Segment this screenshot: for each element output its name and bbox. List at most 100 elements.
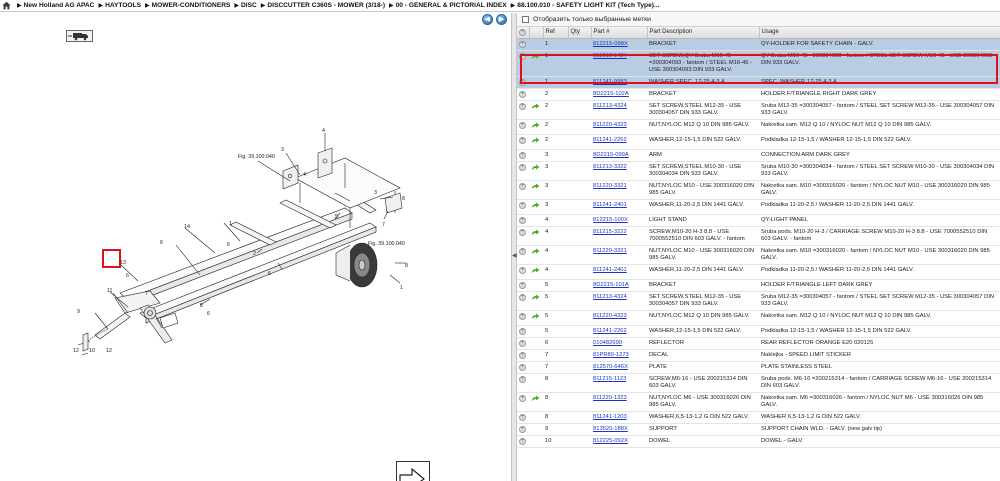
add-to-cart-icon[interactable]: + bbox=[519, 163, 526, 171]
row-add-cell[interactable]: + bbox=[517, 264, 529, 280]
header-part-number[interactable]: Part # bbox=[591, 27, 648, 39]
add-to-cart-icon[interactable]: + bbox=[519, 437, 526, 445]
row-part-link[interactable]: 811215-3222 bbox=[593, 229, 627, 235]
add-to-cart-icon[interactable]: + bbox=[519, 413, 526, 421]
header-ref[interactable]: Ref bbox=[543, 27, 569, 39]
row-part-link[interactable]: 8D2215-102A bbox=[593, 91, 629, 97]
table-row[interactable]: +3 811220-3321 NUT,NYLOC M10 - USE 3003160… bbox=[517, 180, 1000, 200]
add-to-cart-icon[interactable]: + bbox=[519, 52, 526, 60]
navigate-arrow-icon[interactable] bbox=[396, 461, 430, 481]
row-add-cell[interactable]: + bbox=[517, 100, 529, 120]
table-row[interactable]: +7 81PR80-1273 DECAL Naklejka - SPEED LIMIT… bbox=[517, 349, 1000, 362]
row-part-link[interactable]: 8D2215-101A bbox=[593, 282, 629, 288]
header-add-all[interactable]: + bbox=[517, 27, 530, 39]
row-add-cell[interactable]: + bbox=[517, 214, 529, 227]
row-add-cell[interactable]: + bbox=[517, 423, 529, 436]
row-add-cell[interactable]: + bbox=[517, 310, 529, 326]
row-type-cell[interactable] bbox=[529, 100, 543, 120]
row-part-link[interactable]: 811213-4324 bbox=[593, 294, 627, 300]
row-part-link[interactable]: 811213-5424 bbox=[593, 53, 627, 59]
row-add-cell[interactable]: + bbox=[517, 119, 529, 135]
row-type-cell[interactable] bbox=[529, 119, 543, 135]
header-description[interactable]: Part Description bbox=[647, 27, 760, 39]
add-to-cart-icon[interactable]: + bbox=[519, 40, 526, 48]
row-add-cell[interactable]: + bbox=[517, 337, 529, 350]
row-part-link[interactable]: 812570-646X bbox=[593, 364, 628, 370]
replacement-arrow-icon[interactable] bbox=[531, 294, 540, 301]
table-row[interactable]: +2 811241-2262 WASHER,12-15-1,5 DIN 522 GA… bbox=[517, 134, 1000, 150]
row-part-link[interactable]: 8D2215-099A bbox=[593, 152, 629, 158]
add-to-cart-icon[interactable]: + bbox=[519, 78, 526, 86]
table-row[interactable]: +5 8D2215-101A BRACKET HOLDER F/TRIANGLE LE… bbox=[517, 279, 1000, 292]
replacement-arrow-icon[interactable] bbox=[531, 267, 540, 274]
add-to-cart-icon[interactable]: + bbox=[519, 266, 526, 274]
table-row[interactable]: +3 811241-2401 WASHER,11-20-2,5 DIN 1441 G… bbox=[517, 199, 1000, 215]
table-row[interactable]: +1 811213-5424 SET SCREW,QY-Sruba M16-45 =… bbox=[517, 50, 1000, 77]
table-row[interactable]: +5 811213-4324 SET SCREW,STEEL M12-35 - US… bbox=[517, 291, 1000, 311]
row-part-link[interactable]: 812215-098X bbox=[593, 41, 628, 47]
row-add-cell[interactable]: + bbox=[517, 361, 529, 374]
row-type-cell[interactable] bbox=[529, 291, 543, 311]
row-add-cell[interactable]: + bbox=[517, 279, 529, 292]
breadcrumb-item-subcategory[interactable]: MOWER-CONDITIONERS bbox=[152, 2, 231, 9]
breadcrumb-item-brand[interactable]: New Holland AG APAC bbox=[24, 2, 95, 9]
table-row[interactable]: +6 010482690 REFLECTOR REAR REFLECTOR ORANG… bbox=[517, 337, 1000, 350]
table-row[interactable]: +7 812570-646X PLATE PLATE STAINLESS STEEL bbox=[517, 361, 1000, 374]
replacement-arrow-icon[interactable] bbox=[531, 183, 540, 190]
breadcrumb-item-type[interactable]: DISC bbox=[241, 2, 257, 9]
add-to-cart-icon[interactable]: + bbox=[519, 375, 526, 383]
row-part-link[interactable]: 812225-092X bbox=[593, 438, 628, 444]
row-add-cell[interactable]: + bbox=[517, 50, 529, 77]
replacement-arrow-icon[interactable] bbox=[531, 122, 540, 129]
breadcrumb-item-model[interactable]: DISCCUTTER C360S - MOWER (3/18-) bbox=[267, 2, 385, 9]
table-row[interactable]: +4 811215-3222 SCREW,M10-20 H-3 8.8 - USE … bbox=[517, 226, 1000, 246]
row-add-cell[interactable]: + bbox=[517, 180, 529, 200]
row-part-link[interactable]: 81PR80-1273 bbox=[593, 352, 629, 358]
row-add-cell[interactable]: + bbox=[517, 245, 529, 265]
add-to-cart-icon[interactable]: + bbox=[519, 151, 526, 159]
row-add-cell[interactable]: + bbox=[517, 38, 529, 51]
row-add-cell[interactable]: + bbox=[517, 149, 529, 162]
row-type-cell[interactable] bbox=[529, 226, 543, 246]
breadcrumb-item-category[interactable]: HAYTOOLS bbox=[105, 2, 141, 9]
row-part-link[interactable]: 811220-3321 bbox=[593, 248, 627, 254]
breadcrumb-item-section[interactable]: 00 - GENERAL & PICTORIAL INDEX bbox=[396, 2, 507, 9]
table-row[interactable]: +4 811220-3321 NUT,NYLOC M10 - USE 3003160… bbox=[517, 245, 1000, 265]
row-part-link[interactable]: 813520-188X bbox=[593, 426, 628, 432]
table-row[interactable]: +5 811241-2262 WASHER,12-15-1,5 DIN 522 GA… bbox=[517, 325, 1000, 338]
replacement-arrow-icon[interactable] bbox=[531, 164, 540, 171]
table-row[interactable]: +8 811220-1323 NUT,NYLOC M6 - USE 30031602… bbox=[517, 392, 1000, 412]
home-icon[interactable] bbox=[2, 1, 11, 10]
row-part-link[interactable]: 811213-3322 bbox=[593, 164, 627, 170]
replacement-arrow-icon[interactable] bbox=[531, 395, 540, 402]
row-add-cell[interactable]: + bbox=[517, 226, 529, 246]
row-type-cell[interactable] bbox=[529, 134, 543, 150]
row-part-link[interactable]: 811220-4323 bbox=[593, 313, 627, 319]
replacement-arrow-icon[interactable] bbox=[531, 202, 540, 209]
row-type-cell[interactable] bbox=[529, 392, 543, 412]
header-qty[interactable]: Qty bbox=[568, 27, 592, 39]
row-add-cell[interactable]: + bbox=[517, 76, 529, 89]
table-row[interactable]: +2 811213-4324 SET SCREW,STEEL M12-35 - US… bbox=[517, 100, 1000, 120]
add-to-cart-icon[interactable]: + bbox=[519, 247, 526, 255]
add-to-cart-icon[interactable]: + bbox=[519, 293, 526, 301]
add-to-cart-icon[interactable]: + bbox=[519, 339, 526, 347]
row-part-link[interactable]: 811241-2262 bbox=[593, 328, 627, 334]
row-type-cell[interactable] bbox=[529, 199, 543, 215]
row-add-cell[interactable]: + bbox=[517, 373, 529, 393]
show-selected-only-checkbox[interactable] bbox=[522, 16, 529, 23]
row-part-link[interactable]: 811220-4323 bbox=[593, 122, 627, 128]
replacement-arrow-icon[interactable] bbox=[531, 103, 540, 110]
add-to-cart-icon[interactable]: + bbox=[519, 351, 526, 359]
row-part-link[interactable]: 811215-1123 bbox=[593, 376, 626, 382]
add-to-cart-icon[interactable]: + bbox=[519, 228, 526, 236]
row-type-cell[interactable] bbox=[529, 180, 543, 200]
table-row[interactable]: +3 8D2215-099A ARM CONNECTION ARM DARK GREY bbox=[517, 149, 1000, 162]
row-part-link[interactable]: 811213-4324 bbox=[593, 103, 627, 109]
table-row[interactable]: +2 811220-4323 NUT,NYLOC M12 Q 10 DIN 985 … bbox=[517, 119, 1000, 135]
row-part-link[interactable]: 812215-100X bbox=[593, 217, 628, 223]
row-type-cell[interactable] bbox=[529, 161, 543, 181]
figure-reference-label[interactable]: Fig. 39.100.040 bbox=[368, 241, 405, 247]
add-to-cart-icon[interactable]: + bbox=[519, 363, 526, 371]
row-part-link[interactable]: 010482690 bbox=[593, 340, 622, 346]
